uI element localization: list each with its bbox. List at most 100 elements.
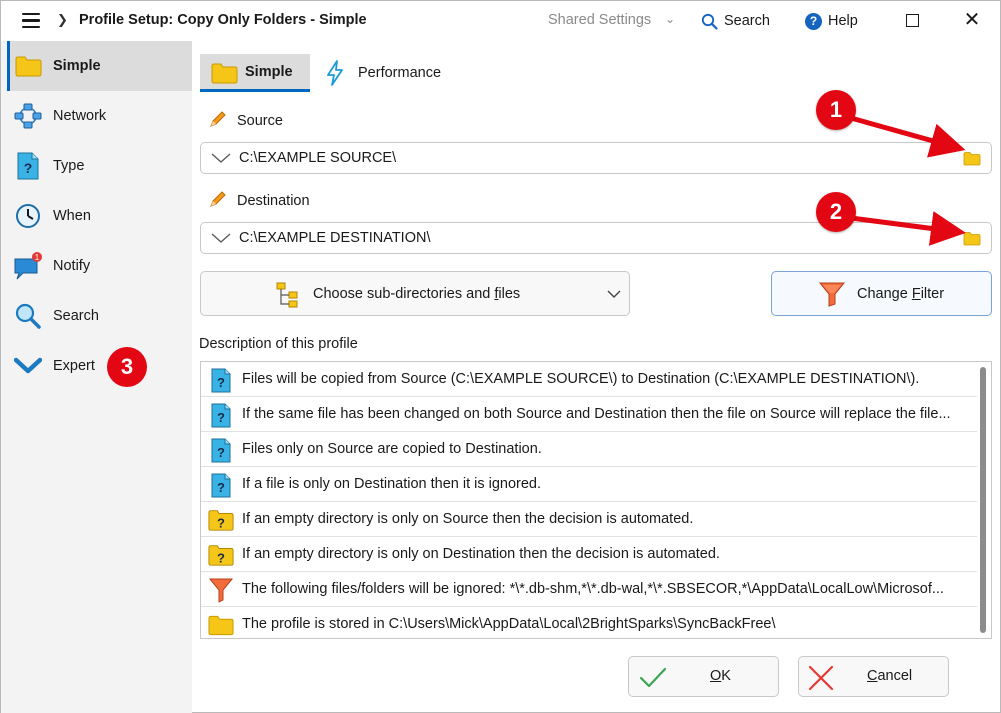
list-item-text: The following files/folders will be igno… xyxy=(242,581,944,597)
pencil-icon xyxy=(209,110,227,132)
ok-button[interactable]: OK xyxy=(628,656,779,697)
sidebar-item-notify[interactable]: 1 Notify xyxy=(7,241,192,291)
svg-text:?: ? xyxy=(217,515,225,530)
sidebar-item-when[interactable]: When xyxy=(7,191,192,241)
list-item: ? If a file is only on Destination then … xyxy=(201,467,977,502)
shared-settings-button[interactable]: Shared Settings xyxy=(548,12,651,28)
search-label: Search xyxy=(724,13,770,29)
sidebar-item-label: When xyxy=(53,208,91,224)
svg-text:?: ? xyxy=(217,410,225,425)
sidebar-item-label: Simple xyxy=(53,58,101,74)
chevron-down-icon xyxy=(607,287,621,303)
source-label-text: Source xyxy=(237,113,283,129)
notify-badge-count: 1 xyxy=(35,253,40,262)
description-heading: Description of this profile xyxy=(199,336,358,352)
description-scrollbar[interactable] xyxy=(978,365,988,635)
checkmark-icon xyxy=(638,665,668,695)
info-doc-icon: ? xyxy=(208,437,234,463)
folder-question-icon: ? xyxy=(208,542,234,568)
list-item: ? If an empty directory is only on Sourc… xyxy=(201,502,977,537)
list-item: ? Files will be copied from Source (C:\E… xyxy=(201,362,977,397)
cross-icon xyxy=(808,665,834,695)
destination-path-combo[interactable]: C:\EXAMPLE DESTINATION\ xyxy=(200,222,992,254)
scrollbar-thumb[interactable] xyxy=(980,367,986,633)
profile-setup-window: ❯ Profile Setup: Copy Only Folders - Sim… xyxy=(0,0,1001,713)
svg-text:?: ? xyxy=(217,550,225,565)
help-icon: ? xyxy=(805,12,822,30)
help-label: Help xyxy=(828,13,858,29)
svg-text:?: ? xyxy=(217,480,225,495)
list-item: ? If an empty directory is only on Desti… xyxy=(201,537,977,572)
list-item: ? If the same file has been changed on b… xyxy=(201,397,977,432)
menu-icon[interactable] xyxy=(22,13,40,29)
sidebar-item-type[interactable]: ? Type xyxy=(7,141,192,191)
folder-question-icon: ? xyxy=(208,507,234,533)
folder-tree-icon xyxy=(276,282,302,312)
source-label: Source xyxy=(209,110,283,132)
destination-path-value[interactable]: C:\EXAMPLE DESTINATION\ xyxy=(239,230,431,246)
choose-subdirectories-label: Choose sub-directories and files xyxy=(313,286,521,302)
sidebar-item-expert[interactable]: Expert xyxy=(7,341,192,391)
destination-label: Destination xyxy=(209,190,310,212)
folder-icon[interactable] xyxy=(963,151,981,170)
description-list: ? Files will be copied from Source (C:\E… xyxy=(200,361,992,639)
search-icon xyxy=(701,13,718,30)
sidebar-item-network[interactable]: Network xyxy=(7,91,192,141)
sidebar-item-label: Type xyxy=(53,158,85,174)
info-doc-icon: ? xyxy=(208,367,234,393)
svg-text:?: ? xyxy=(24,160,33,176)
title-bar: ❯ Profile Setup: Copy Only Folders - Sim… xyxy=(1,1,1000,41)
chevron-down-icon[interactable] xyxy=(211,152,231,168)
chat-icon: 1 xyxy=(13,251,43,281)
sidebar: Simple Network ? Type When 1 Notify Sear… xyxy=(1,41,192,713)
sidebar-item-label: Search xyxy=(53,308,99,324)
filter-icon xyxy=(208,577,234,603)
filter-icon xyxy=(818,281,846,311)
list-item: ? Files only on Source are copied to Des… xyxy=(201,432,977,467)
list-item-text: Files only on Source are copied to Desti… xyxy=(242,441,542,457)
annotation-marker-2: 2 xyxy=(816,192,856,232)
folder-icon xyxy=(208,612,234,638)
sidebar-item-simple[interactable]: Simple xyxy=(7,41,192,91)
list-item-text: If a file is only on Destination then it… xyxy=(242,476,542,492)
pencil-icon xyxy=(209,190,227,212)
lightning-icon xyxy=(325,60,345,90)
ok-label: OK xyxy=(710,668,731,684)
search-icon xyxy=(13,301,43,331)
chevron-down-icon[interactable]: ❯ xyxy=(57,12,68,28)
source-path-combo[interactable]: C:\EXAMPLE SOURCE\ xyxy=(200,142,992,174)
chevron-down-icon xyxy=(13,351,43,381)
cancel-label: Cancel xyxy=(867,668,913,684)
shared-settings-chevron-icon[interactable]: ⌄ xyxy=(665,12,675,26)
list-item-text: If the same file has been changed on bot… xyxy=(242,406,951,422)
tab-performance[interactable]: Performance xyxy=(319,54,459,92)
change-filter-button[interactable]: Change Filter xyxy=(771,271,992,316)
change-filter-label: Change Filter xyxy=(857,286,945,302)
annotation-marker-1: 1 xyxy=(816,90,856,130)
maximize-button[interactable] xyxy=(906,14,919,27)
clock-icon xyxy=(13,201,43,231)
list-item-text: The profile is stored in C:\Users\Mick\A… xyxy=(242,616,776,632)
chevron-down-icon[interactable] xyxy=(211,232,231,248)
info-doc-icon: ? xyxy=(208,402,234,428)
window-title: Profile Setup: Copy Only Folders - Simpl… xyxy=(79,12,367,28)
folder-icon[interactable] xyxy=(963,231,981,250)
sidebar-item-label: Network xyxy=(53,108,107,124)
close-button[interactable]: ✕ xyxy=(962,9,982,31)
info-doc-icon: ? xyxy=(208,472,234,498)
sidebar-item-label: Expert xyxy=(53,358,95,374)
tab-simple[interactable]: Simple xyxy=(200,54,310,92)
choose-subdirectories-button[interactable]: Choose sub-directories and files xyxy=(200,271,630,316)
sidebar-item-search[interactable]: Search xyxy=(7,291,192,341)
folder-icon xyxy=(211,62,238,88)
source-path-value[interactable]: C:\EXAMPLE SOURCE\ xyxy=(239,150,396,166)
list-item-text: If an empty directory is only on Source … xyxy=(242,511,694,527)
svg-text:?: ? xyxy=(217,445,225,460)
search-button[interactable]: Search xyxy=(701,10,770,32)
cancel-button[interactable]: Cancel xyxy=(798,656,949,697)
list-item-text: If an empty directory is only on Destina… xyxy=(242,546,720,562)
list-item-text: Files will be copied from Source (C:\EXA… xyxy=(242,371,920,387)
help-button[interactable]: ? Help xyxy=(805,10,858,32)
list-item: The following files/folders will be igno… xyxy=(201,572,977,607)
tab-label: Simple xyxy=(245,63,293,80)
